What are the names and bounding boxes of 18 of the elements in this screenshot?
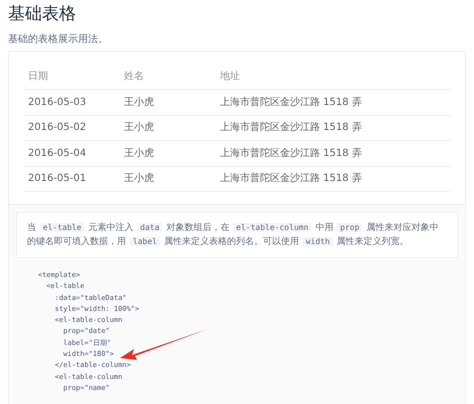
table-cell-text: 上海市普陀区金沙江路 1518 弄: [220, 120, 363, 136]
page-subtitle: 基础的表格展示用法。: [8, 34, 109, 46]
table-cell-text: 王小虎: [124, 172, 155, 186]
column-header: 姓名: [124, 70, 145, 84]
column-header: 地址: [220, 70, 241, 84]
table-cell-text: 王小虎: [124, 120, 155, 136]
table-cell-text: 上海市普陀区金沙江路 1518 弄: [220, 146, 363, 161]
table-cell-text: 2016-05-04: [28, 146, 88, 161]
table-cell-text: 2016-05-02: [28, 121, 88, 136]
page-title: 基础表格: [8, 3, 77, 26]
table-cell-text: 2016-05-03: [28, 96, 88, 110]
table-cell-text: 2016-05-01: [28, 172, 88, 186]
table-cell-text: 王小虎: [124, 146, 155, 161]
table-cell-text: 王小虎: [124, 96, 155, 110]
column-header: 日期: [28, 70, 49, 84]
table-cell-text: 上海市普陀区金沙江路 1518 弄: [220, 96, 363, 110]
description-text: 当 el-table 元素中注入 data 对象数组后，在 el-table-column 中用 prop 属性来对应对象中的键名即可填入数据，用 label 属性来定义表格的列名。可以使用 width 属性来定义列宽。: [16, 212, 458, 258]
table-cell-text: 上海市普陀区金沙江路 1518 弄: [220, 172, 363, 186]
